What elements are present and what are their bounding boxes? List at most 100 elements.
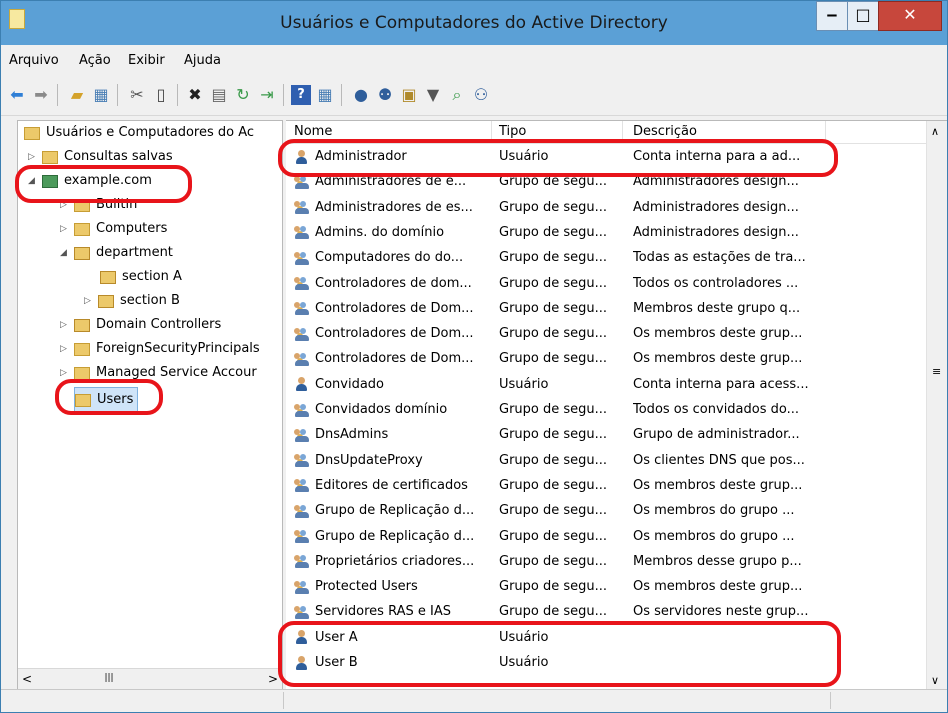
tree-item-section-a[interactable]: section A: [100, 265, 182, 289]
maximize-button[interactable]: □: [847, 1, 879, 31]
export-icon[interactable]: ⇥: [257, 85, 277, 105]
collapse-arrow-icon[interactable]: ◢: [28, 169, 42, 193]
table-row[interactable]: Computadores do do... Grupo de segu... Tod…: [286, 245, 827, 270]
row-description: Membros deste grupo q...: [633, 300, 801, 316]
group-icon: [294, 553, 310, 569]
table-row[interactable]: Administradores de e... Grupo de segu... A…: [286, 169, 827, 194]
table-row[interactable]: Controladores de Dom... Grupo de segu... O…: [286, 321, 827, 346]
row-description: Os membros deste grup...: [633, 579, 803, 595]
column-tipo[interactable]: Tipo: [499, 124, 526, 139]
scroll-right-icon[interactable]: >: [268, 672, 278, 686]
table-row[interactable]: Admins. do domínio Grupo de segu... Admini…: [286, 220, 827, 245]
filter-icon[interactable]: ▼: [423, 85, 443, 105]
table-row[interactable]: Controladores de dom... Grupo de segu... T…: [286, 271, 827, 296]
row-name: Grupo de Replicação d...: [294, 524, 493, 549]
expand-arrow-icon[interactable]: ▷: [60, 193, 74, 217]
tree-item-section-b[interactable]: ▷ section B: [84, 289, 180, 313]
cut-icon[interactable]: ✂: [127, 85, 147, 105]
title-bar: Usuários e Computadores do Active Direct…: [1, 1, 947, 45]
new-group-icon[interactable]: ⚉: [375, 85, 395, 105]
table-row[interactable]: Convidados domínio Grupo de segu... Todos …: [286, 397, 827, 422]
copy-icon[interactable]: ▯: [151, 85, 171, 105]
group-icon: [294, 174, 310, 190]
refresh-icon[interactable]: ↻: [233, 85, 253, 105]
table-row[interactable]: Convidado Usuário Conta interna para acess…: [286, 372, 827, 397]
minimize-button[interactable]: ‒: [816, 1, 848, 31]
snapin-icon: [24, 126, 40, 140]
delete-icon[interactable]: ✖: [185, 85, 205, 105]
menu-ajuda[interactable]: Ajuda: [184, 53, 221, 68]
row-name: User B: [294, 650, 493, 675]
table-row[interactable]: Administrador Usuário Conta interna para a…: [286, 144, 827, 169]
row-type: Grupo de segu...: [499, 174, 608, 190]
tree-item-users[interactable]: Users: [74, 387, 139, 413]
status-bar: [1, 689, 947, 712]
menu-arquivo[interactable]: Arquivo: [9, 53, 59, 68]
table-row[interactable]: Controladores de Dom... Grupo de segu... O…: [286, 346, 827, 371]
tree-root[interactable]: Usuários e Computadores do Ac: [24, 121, 254, 145]
tree-item-consultas-salvas[interactable]: ▷ Consultas salvas: [28, 145, 173, 169]
folder-icon: [42, 150, 58, 164]
scroll-up-icon[interactable]: ∧: [931, 125, 939, 138]
find-icon[interactable]: ⌕: [447, 85, 467, 105]
table-row[interactable]: DnsUpdateProxy Grupo de segu... Os cliente…: [286, 448, 827, 473]
tree-item-foreign-security-principals[interactable]: ▷ ForeignSecurityPrincipals: [60, 337, 260, 361]
scroll-thumb[interactable]: |||: [92, 673, 126, 686]
scroll-thumb[interactable]: ≡: [932, 365, 941, 378]
expand-arrow-icon[interactable]: ▷: [28, 145, 42, 169]
column-descricao[interactable]: Descrição: [633, 124, 697, 139]
expand-arrow-icon[interactable]: ▷: [84, 289, 98, 313]
scroll-down-icon[interactable]: ∨: [931, 674, 939, 687]
table-row[interactable]: Editores de certificados Grupo de segu...…: [286, 473, 827, 498]
view-icon[interactable]: ▦: [315, 85, 335, 105]
toolbar: ⬅ ➡ ▰ ▦ ✂ ▯ ✖ ▤ ↻ ⇥ ? ▦ ● ⚉ ▣ ▼ ⌕ ⚇: [1, 75, 947, 116]
expand-arrow-icon[interactable]: ▷: [60, 313, 74, 337]
tree-item-computers[interactable]: ▷ Computers: [60, 217, 167, 241]
tree-item-managed-service-accounts[interactable]: ▷ Managed Service Accour: [60, 361, 257, 385]
row-name: Administrador: [294, 144, 493, 169]
row-name: Administradores de es...: [294, 195, 493, 220]
new-user-icon[interactable]: ●: [351, 85, 371, 105]
table-row[interactable]: Proprietários criadores... Grupo de segu.…: [286, 549, 827, 574]
table-row[interactable]: Servidores RAS e IAS Grupo de segu... Os s…: [286, 599, 827, 624]
console-tree-icon[interactable]: ▦: [91, 85, 111, 105]
expand-arrow-icon[interactable]: ▷: [60, 337, 74, 361]
expand-arrow-icon[interactable]: ▷: [60, 361, 74, 385]
table-row[interactable]: Administradores de es... Grupo de segu...…: [286, 195, 827, 220]
tree-item-builtin[interactable]: ▷ Builtin: [60, 193, 137, 217]
tree-item-domain-controllers[interactable]: ▷ Domain Controllers: [60, 313, 221, 337]
close-button[interactable]: ✕: [878, 1, 942, 31]
expand-arrow-icon[interactable]: ▷: [60, 217, 74, 241]
properties-icon[interactable]: ▤: [209, 85, 229, 105]
list-header: Nome Tipo Descrição: [286, 121, 927, 144]
forward-icon[interactable]: ➡: [31, 85, 51, 105]
row-name: Administradores de e...: [294, 169, 493, 194]
help-icon[interactable]: ?: [291, 85, 311, 105]
list-vertical-scrollbar[interactable]: ∧ ≡ ∨: [926, 121, 947, 691]
row-name: Computadores do do...: [294, 245, 493, 270]
menu-acao[interactable]: Ação: [79, 53, 111, 68]
ou-icon: [100, 270, 116, 284]
table-row[interactable]: User B Usuário: [286, 650, 827, 675]
tree-item-department[interactable]: ◢ department: [60, 241, 173, 265]
menu-exibir[interactable]: Exibir: [128, 53, 165, 68]
collapse-arrow-icon[interactable]: ◢: [60, 241, 74, 265]
column-nome[interactable]: Nome: [294, 124, 332, 139]
scroll-left-icon[interactable]: <: [22, 672, 32, 686]
table-row[interactable]: Grupo de Replicação d... Grupo de segu...…: [286, 524, 827, 549]
table-row[interactable]: Controladores de Dom... Grupo de segu... M…: [286, 296, 827, 321]
table-row[interactable]: User A Usuário: [286, 625, 827, 650]
back-icon[interactable]: ⬅: [7, 85, 27, 105]
table-row[interactable]: DnsAdmins Grupo de segu... Grupo de admini…: [286, 422, 827, 447]
tree-horizontal-scrollbar[interactable]: < ||| >: [18, 668, 282, 691]
new-ou-icon[interactable]: ▣: [399, 85, 419, 105]
up-folder-icon[interactable]: ▰: [67, 85, 87, 105]
ou-icon: [74, 318, 90, 332]
add-member-icon[interactable]: ⚇: [471, 85, 491, 105]
row-description: Os membros do grupo ...: [633, 503, 795, 519]
table-row[interactable]: Grupo de Replicação d... Grupo de segu...…: [286, 498, 827, 523]
table-row[interactable]: Protected Users Grupo de segu... Os membro…: [286, 574, 827, 599]
row-name: User A: [294, 625, 493, 650]
folder-icon: [74, 342, 90, 356]
tree-item-domain[interactable]: ◢ example.com: [28, 169, 152, 193]
